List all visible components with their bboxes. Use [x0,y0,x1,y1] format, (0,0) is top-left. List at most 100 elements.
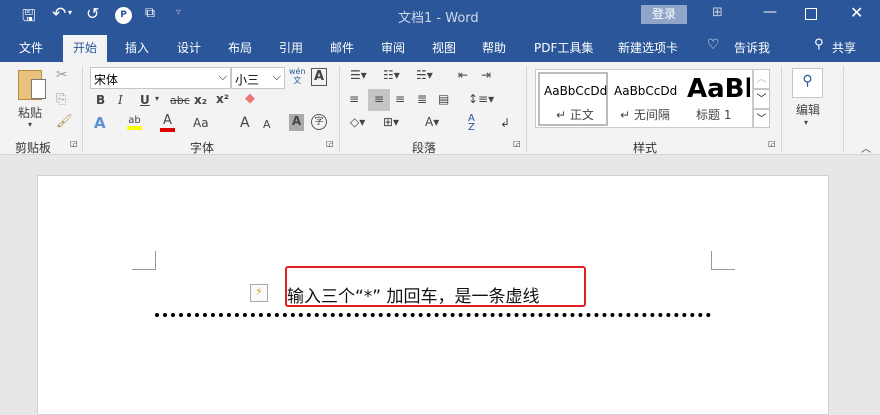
tab-review[interactable]: 审阅 [381,39,405,56]
superscript-button[interactable]: x² [216,92,229,106]
format-painter-icon[interactable]: 🖌 [56,114,73,129]
sort-icon[interactable]: AZ [468,114,475,133]
clipboard-group-label: 剪贴板 [15,141,52,155]
paragraph-launcher-icon[interactable]: ◲ [513,139,521,148]
style-preview: AaBbCcDd [544,84,608,98]
tab-new-tab[interactable]: 新建选项卡 [618,39,678,56]
style-preview: AaBbCcDd [614,84,678,98]
search-icon[interactable]: ⚲ [792,68,823,98]
justify-icon[interactable]: ≣ [417,92,427,106]
styles-scroll-down[interactable]: ﹀ [753,89,770,109]
increase-indent-icon[interactable]: ⇥ [481,68,491,82]
shrink-font-icon[interactable]: A [263,118,271,131]
tell-me-button[interactable]: 告诉我 [734,39,770,56]
close-button[interactable]: ✕ [850,3,863,22]
tab-references[interactable]: 引用 [279,39,303,56]
paragraph-group-label: 段落 [412,141,437,155]
tab-layout[interactable]: 布局 [228,39,252,56]
distributed-icon[interactable]: ▤ [438,92,449,106]
cut-icon[interactable]: ✂ [56,67,68,83]
title-bar: 🖫 ↶ ▾ ↺ P ⧉ ▿ 文档1 - Word 登录 ⊞ — ✕ [0,0,880,31]
tab-mailings[interactable]: 邮件 [330,39,354,56]
text-effects-icon[interactable]: A [94,114,106,132]
login-button[interactable]: 登录 [641,5,687,24]
share-person-icon: ⚲ [814,37,824,52]
subscript-button[interactable]: x₂ [194,93,207,107]
paste-doc-icon [31,79,46,99]
styles-scroll-up[interactable]: ︿ [753,69,770,89]
save-icon[interactable]: 🖫 [22,5,36,32]
window-title: 文档1 - Word [398,11,479,26]
tab-file[interactable]: 文件 [19,39,43,56]
change-case-button[interactable]: Aa [193,116,209,130]
style-heading-1[interactable]: AaBl 标题 1 [684,72,750,126]
chinese-layout-icon[interactable]: A▾ [425,115,439,129]
minimize-button[interactable]: — [763,4,777,20]
paste-dropdown-icon[interactable]: ▾ [28,120,32,129]
font-launcher-icon[interactable]: ◲ [326,139,334,148]
undo-dropdown-icon[interactable]: ▾ [68,8,72,17]
underline-button[interactable]: U [140,93,150,107]
ribbon-display-options-icon[interactable]: ⊞ [712,5,723,20]
maximize-button[interactable] [805,8,817,20]
decrease-indent-icon[interactable]: ⇤ [458,68,468,82]
redo-icon[interactable]: ↺ [86,4,99,23]
collapse-ribbon-icon[interactable]: ︿ [861,140,871,155]
font-size-select[interactable]: 小三 ⌵ [231,67,285,89]
touch-mode-icon[interactable]: ⧉ [145,5,155,21]
align-left-icon[interactable]: ≡ [349,92,359,106]
tab-pdf-tools[interactable]: PDF工具集 [534,39,593,56]
autocorrect-options-icon[interactable]: ⚡ [250,284,268,302]
character-border-button[interactable]: A [311,68,327,86]
clear-formatting-icon[interactable]: ◆ [245,91,255,106]
bold-button[interactable]: B [96,93,105,107]
borders-icon[interactable]: ⊞▾ [383,115,399,129]
styles-more[interactable]: ﹀ [753,109,770,128]
copy-icon[interactable]: ⎘ [56,92,66,107]
multilevel-list-icon[interactable]: ☵▾ [416,68,433,82]
customize-qat-icon[interactable]: ▿ [176,7,181,18]
editing-button[interactable]: 编辑 [796,101,820,118]
strikethrough-button[interactable]: abc [170,94,190,107]
share-button[interactable]: 共享 [832,39,856,56]
document-page[interactable]: ⚡ 输入三个“*” 加回车，是一条虚线 [37,175,829,415]
tab-design[interactable]: 设计 [177,39,201,56]
tab-home[interactable]: 开始 [63,35,108,62]
styles-group-label: 样式 [633,141,658,155]
editing-dropdown-icon[interactable]: ▾ [804,118,808,127]
document-text[interactable]: 输入三个“*” 加回车，是一条虚线 [287,282,540,307]
undo-icon[interactable]: ↶ [52,4,66,24]
italic-button[interactable]: I [118,93,123,107]
pdf-icon[interactable]: P [115,7,132,24]
grow-font-icon[interactable]: A [240,115,250,131]
align-center-icon[interactable]: ≡ [368,89,390,111]
style-label: ↵ 无间隔 [620,108,670,122]
styles-launcher-icon[interactable]: ◲ [768,139,776,148]
tab-view[interactable]: 视图 [432,39,456,56]
show-formatting-icon[interactable]: ↲ [500,116,510,130]
line-spacing-icon[interactable]: ↕≡▾ [468,92,494,106]
numbering-icon[interactable]: ☷▾ [383,68,400,82]
paste-button[interactable]: 粘贴 [18,104,42,121]
style-no-spacing[interactable]: AaBbCcDd ↵ 无间隔 [610,72,682,126]
align-right-icon[interactable]: ≡ [395,92,405,106]
shading-icon[interactable]: ◇▾ [350,115,365,129]
chevron-down-icon: ⌵ [272,70,281,83]
underline-dropdown-icon[interactable]: ▾ [155,94,159,103]
font-name-select[interactable]: 宋体 ⌵ [90,67,231,89]
tab-help[interactable]: 帮助 [482,39,506,56]
highlight-color-icon[interactable]: ab [127,115,142,130]
phonetic-guide-button[interactable]: wén 文 [289,67,306,85]
margin-corner-mark [132,251,156,270]
chevron-down-icon: ⌵ [218,70,227,83]
dotted-border-line [155,313,711,317]
margin-corner-mark [711,251,735,270]
bullets-icon[interactable]: ☰▾ [350,68,367,82]
tab-insert[interactable]: 插入 [125,39,149,56]
font-color-icon[interactable]: A [160,113,175,132]
style-normal[interactable]: AaBbCcDd ↵ 正文 [538,72,608,126]
style-label: 标题 1 [696,108,732,122]
character-shading-icon[interactable]: A [289,114,304,131]
clipboard-launcher-icon[interactable]: ◲ [70,139,78,148]
enclose-characters-icon[interactable]: 字 [311,114,327,130]
